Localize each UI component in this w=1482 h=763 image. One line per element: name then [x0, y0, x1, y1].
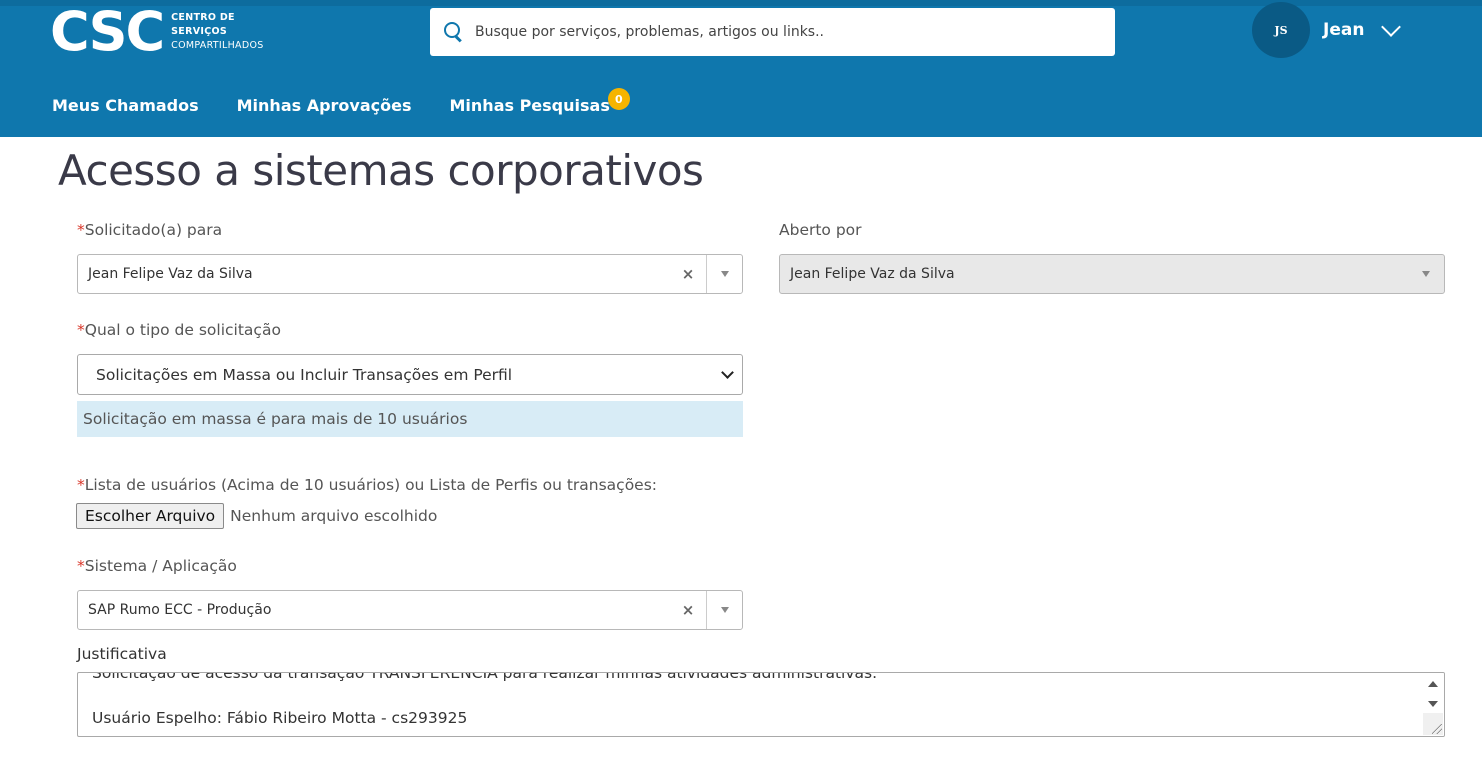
label-text: Qual o tipo de solicitação	[84, 321, 281, 339]
required-mark: *	[77, 557, 85, 575]
nav-label: Minhas Aprovações	[236, 96, 412, 115]
scroll-down-icon[interactable]	[1428, 701, 1438, 707]
user-name[interactable]: Jean	[1323, 20, 1364, 40]
select-value: Jean Felipe Vaz da Silva	[790, 266, 955, 282]
request-type-label: *Qual o tipo de solicitação	[77, 321, 281, 339]
textarea-line: Solicitação de acesso da transação TRANS…	[92, 672, 877, 682]
nav-minhas-aprovacoes[interactable]: Minhas Aprovações	[237, 96, 412, 115]
clear-icon[interactable]: ×	[670, 265, 706, 283]
select-value: Jean Felipe Vaz da Silva	[88, 266, 253, 282]
label-text: Sistema / Aplicação	[84, 557, 237, 575]
logo-line-3: COMPARTILHADOS	[171, 40, 264, 51]
search-bar[interactable]	[430, 8, 1115, 56]
opened-by-select: Jean Felipe Vaz da Silva	[779, 254, 1445, 294]
system-select[interactable]: SAP Rumo ECC - Produção ×	[77, 590, 743, 630]
justification-textarea[interactable]: Solicitação de acesso da transação TRANS…	[77, 672, 1445, 737]
dropdown-toggle[interactable]	[706, 255, 742, 293]
count-badge: 0	[607, 88, 630, 110]
required-mark: *	[77, 476, 85, 494]
info-message: Solicitação em massa é para mais de 10 u…	[77, 401, 743, 437]
scroll-up-icon[interactable]	[1428, 681, 1438, 687]
file-status: Nenhum arquivo escolhido	[230, 507, 438, 525]
requested-for-label: *Solicitado(a) para	[77, 221, 222, 239]
dropdown-toggle	[1408, 255, 1444, 293]
main-nav: Meus Chamados Minhas Aprovações Minhas P…	[52, 88, 648, 115]
logo[interactable]: CSC CENTRO DE SERVIÇOS COMPARTILHADOS	[50, 0, 264, 63]
system-label: *Sistema / Aplicação	[77, 557, 237, 575]
page-title: Acesso a sistemas corporativos	[58, 146, 704, 195]
resize-handle-icon[interactable]	[1432, 724, 1442, 734]
required-mark: *	[77, 221, 85, 239]
opened-by-label: Aberto por	[779, 221, 862, 239]
justification-label: Justificativa	[77, 645, 167, 663]
choose-file-button[interactable]: Escolher Arquivo	[76, 503, 225, 529]
textarea-line: Usuário Espelho: Fábio Ribeiro Motta - c…	[92, 709, 468, 727]
label-text: Solicitado(a) para	[84, 221, 223, 239]
select-value: SAP Rumo ECC - Produção	[88, 602, 272, 618]
select-value: Solicitações em Massa ou Incluir Transaç…	[96, 365, 513, 384]
nav-minhas-pesquisas[interactable]: Minhas Pesquisas 0	[449, 88, 630, 115]
triangle-down-icon	[720, 271, 729, 277]
file-input: Escolher Arquivo Nenhum arquivo escolhid…	[76, 503, 437, 529]
search-icon[interactable]	[444, 22, 464, 42]
nav-meus-chamados[interactable]: Meus Chamados	[52, 96, 199, 115]
file-label: *Lista de usuários (Acima de 10 usuários…	[77, 476, 657, 494]
logo-text: CSC	[50, 0, 165, 63]
nav-label: Minhas Pesquisas	[449, 96, 610, 115]
label-text: Lista de usuários (Acima de 10 usuários)…	[84, 476, 658, 494]
triangle-down-icon	[1422, 271, 1430, 277]
chevron-down-icon	[721, 365, 734, 379]
dropdown-toggle[interactable]	[706, 591, 742, 629]
logo-line-1: CENTRO DE	[171, 12, 235, 23]
logo-subtitle: CENTRO DE SERVIÇOS COMPARTILHADOS	[171, 11, 263, 53]
nav-label: Meus Chamados	[52, 96, 199, 115]
chevron-down-icon[interactable]	[1381, 17, 1401, 37]
avatar[interactable]: JS	[1252, 2, 1310, 58]
header: CSC CENTRO DE SERVIÇOS COMPARTILHADOS JS…	[0, 0, 1482, 137]
triangle-down-icon	[720, 607, 729, 613]
logo-line-2: SERVIÇOS	[171, 26, 227, 37]
required-mark: *	[77, 321, 85, 339]
request-type-select[interactable]: Solicitações em Massa ou Incluir Transaç…	[77, 354, 743, 395]
requested-for-select[interactable]: Jean Felipe Vaz da Silva ×	[77, 254, 743, 294]
clear-icon[interactable]: ×	[670, 601, 706, 619]
search-input[interactable]	[475, 24, 1095, 40]
